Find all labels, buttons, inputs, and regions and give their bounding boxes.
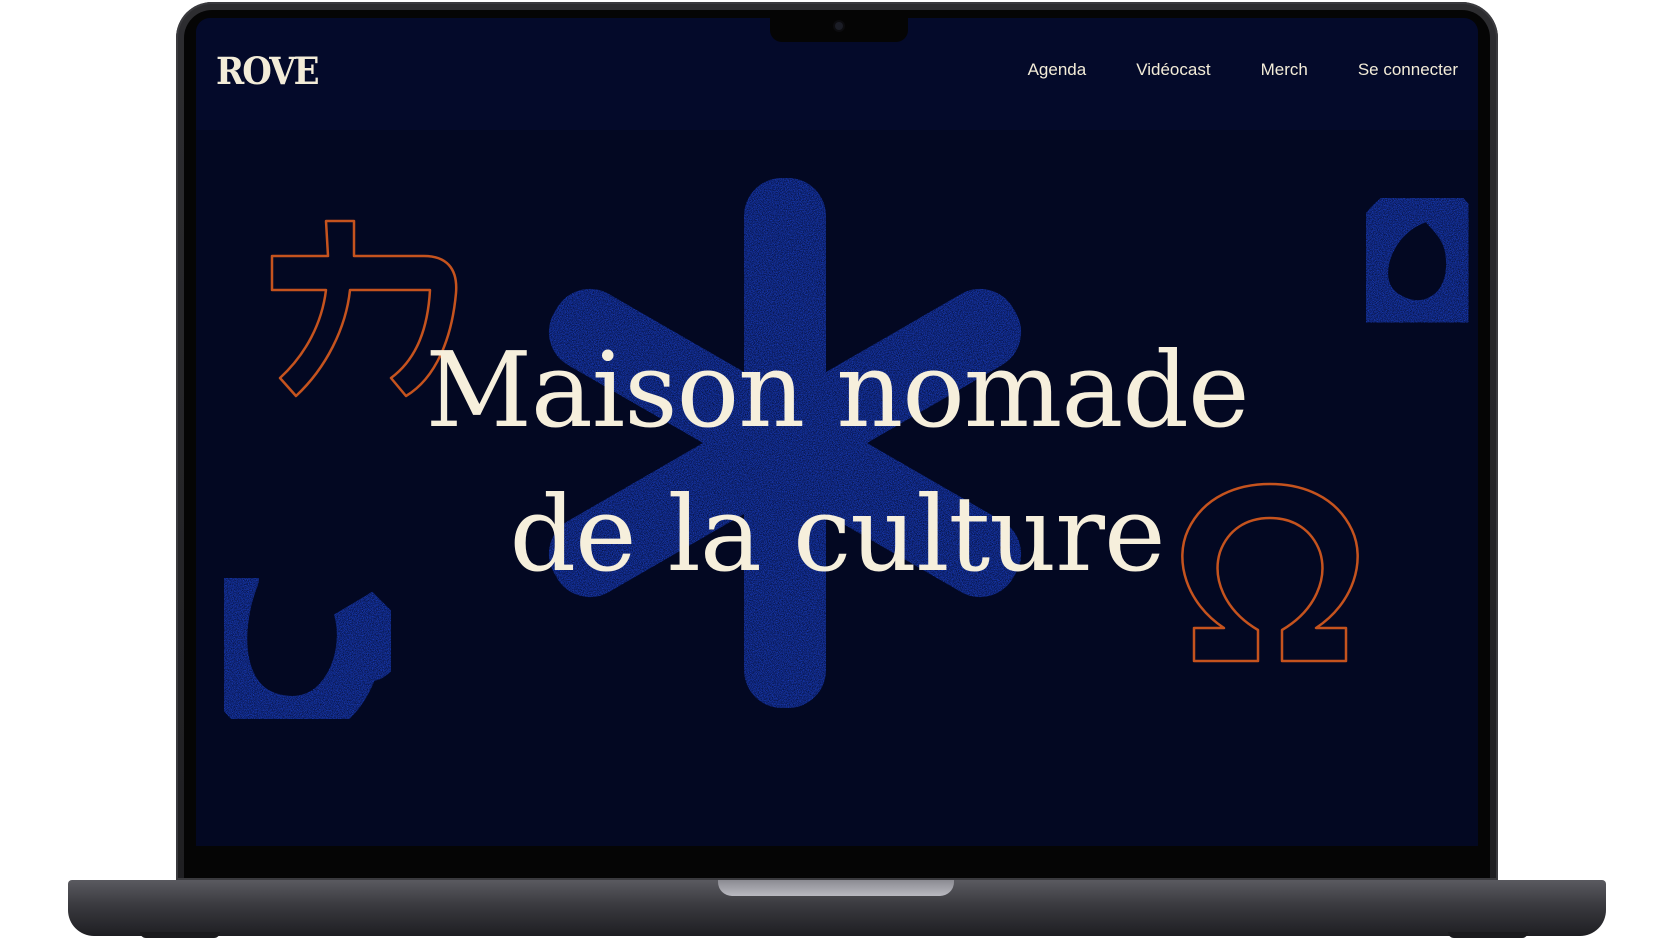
nav-links: Agenda Vidéocast Merch Se connecter (1028, 60, 1458, 80)
laptop-foot-left (140, 932, 220, 938)
laptop-mockup: ROVE Agenda Vidéocast Merch Se connecter… (0, 0, 1668, 938)
nav-link-login[interactable]: Se connecter (1358, 60, 1458, 80)
hero-title-line-2: de la culture (509, 473, 1165, 595)
laptop-base-notch (718, 880, 954, 896)
nav-link-merch[interactable]: Merch (1261, 60, 1308, 80)
blue-loop-shape-right (1344, 176, 1478, 345)
hero-title: Maison nomade de la culture (196, 318, 1478, 606)
nav-link-videocast[interactable]: Vidéocast (1136, 60, 1210, 80)
hero-title-line-1: Maison nomade (425, 329, 1249, 451)
laptop-foot-right (1448, 932, 1528, 938)
site-logo[interactable]: ROVE (216, 50, 320, 94)
camera-icon (835, 22, 843, 30)
nav-link-agenda[interactable]: Agenda (1028, 60, 1087, 80)
laptop-screen: ROVE Agenda Vidéocast Merch Se connecter… (196, 18, 1478, 846)
